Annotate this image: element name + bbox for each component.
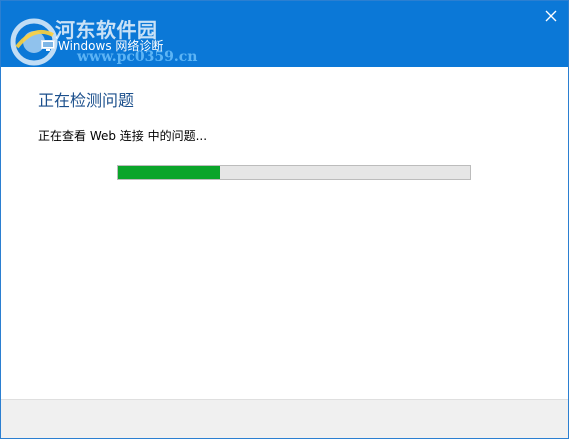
title-bar[interactable]: 河东软件园 www.pc0359.cn Windows 网络诊断 bbox=[1, 1, 568, 67]
progress-fill bbox=[118, 166, 221, 179]
progress-bar bbox=[117, 165, 471, 180]
close-icon[interactable] bbox=[542, 7, 560, 25]
status-text: 正在查看 Web 连接 中的问题... bbox=[38, 129, 208, 143]
window-title: Windows 网络诊断 bbox=[58, 39, 164, 53]
diagnostics-window: 河东软件园 www.pc0359.cn Windows 网络诊断 正在检测问题 … bbox=[0, 0, 569, 439]
footer-bar bbox=[1, 399, 568, 438]
page-title: 正在检测问题 bbox=[38, 91, 135, 110]
network-diagnostics-icon bbox=[41, 40, 55, 51]
